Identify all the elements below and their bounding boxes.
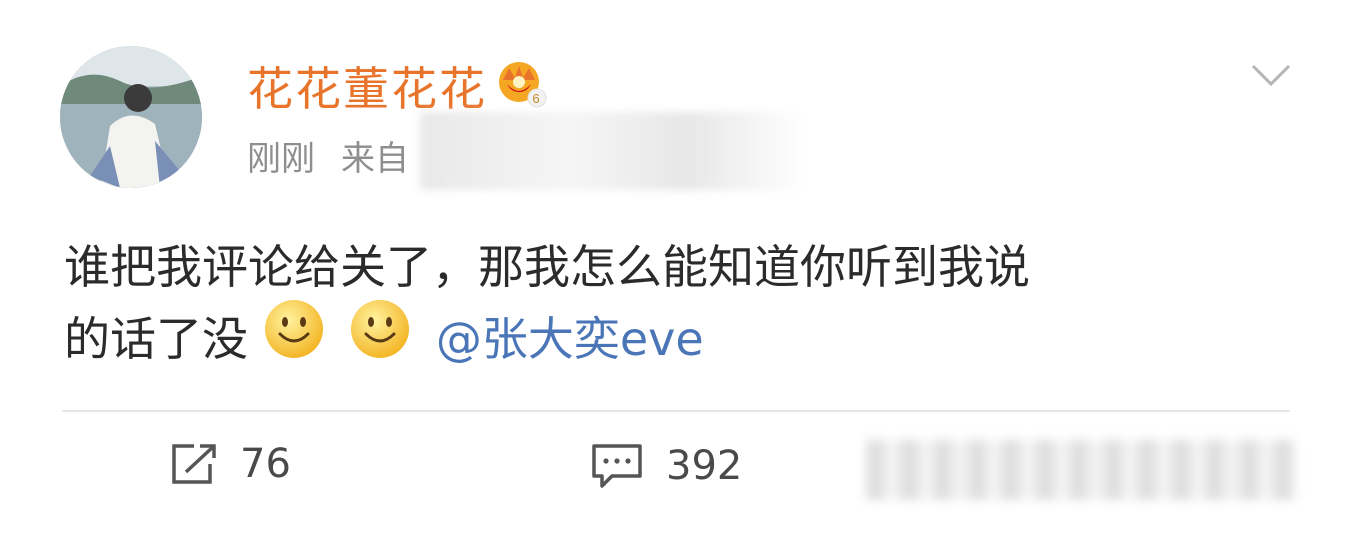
avatar[interactable] — [60, 46, 202, 188]
chevron-down-icon[interactable] — [1250, 60, 1292, 90]
blurred-like-area — [866, 440, 1296, 500]
comment-count: 392 — [666, 443, 743, 489]
post-text-line2-row: 的话了没 @张大奕eve — [64, 300, 1274, 383]
vip-level: 6 — [532, 91, 541, 106]
comment-button[interactable]: 392 — [590, 442, 742, 490]
blurred-source — [420, 112, 800, 190]
mention-link[interactable]: @张大奕eve — [436, 312, 704, 366]
post-time: 刚刚 — [247, 139, 315, 179]
divider — [62, 410, 1290, 412]
repost-count: 76 — [240, 441, 291, 487]
vip-crown-icon: 6 — [493, 58, 549, 115]
username-row: 花花董花花 6 — [247, 60, 549, 117]
post-text-line2: 的话了没 — [64, 312, 248, 366]
repost-button[interactable]: 76 — [170, 442, 291, 486]
username[interactable]: 花花董花花 — [247, 66, 487, 112]
source-prefix: 来自 — [341, 139, 409, 179]
comment-icon — [592, 444, 642, 488]
smile-emoji-icon — [263, 298, 325, 379]
smile-emoji-icon — [349, 298, 411, 379]
repost-icon — [172, 444, 216, 484]
post-content: 谁把我评论给关了，那我怎么能知道你听到我说 的话了没 @张大奕eve — [64, 232, 1274, 383]
post-meta: 刚刚 来自 — [247, 142, 409, 176]
post-text-line1: 谁把我评论给关了，那我怎么能知道你听到我说 — [64, 240, 1030, 294]
